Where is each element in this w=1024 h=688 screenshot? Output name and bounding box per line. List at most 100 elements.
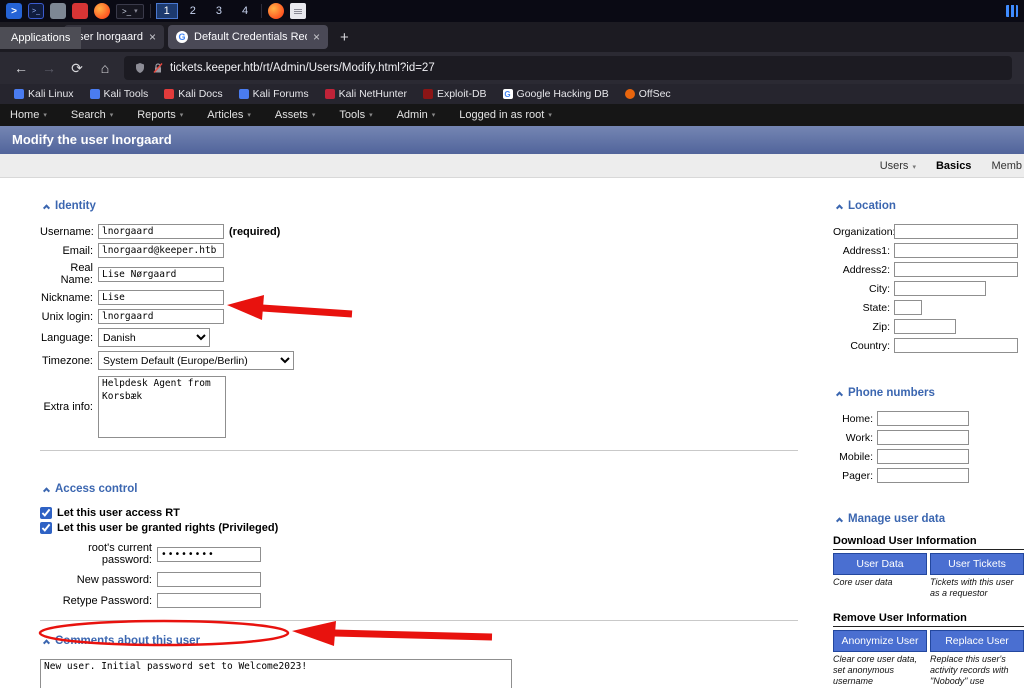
insecure-lock-icon[interactable] — [152, 62, 164, 74]
access-control-section-heading[interactable]: Access control — [42, 483, 798, 495]
retype-password-input[interactable] — [157, 593, 261, 608]
bookmark-kali-nethunter[interactable]: Kali NetHunter — [324, 88, 407, 100]
extra-info-textarea[interactable]: Helpdesk Agent from Korsbæk — [98, 376, 226, 438]
privileged-checkbox[interactable] — [40, 522, 52, 534]
rt-menu-reports[interactable]: Reports — [137, 109, 183, 121]
access-rt-row: Let this user access RT — [40, 507, 798, 519]
tab-memberships[interactable]: Memb — [991, 160, 1022, 172]
rt-menu-search[interactable]: Search — [71, 109, 113, 121]
privileged-row: Let this user be granted rights (Privile… — [40, 522, 798, 534]
address2-input[interactable] — [894, 262, 1018, 277]
rt-menu-logged-in-as-root[interactable]: Logged in as root — [459, 109, 552, 121]
text-editor-icon[interactable] — [72, 3, 88, 19]
nickname-input[interactable] — [98, 290, 224, 305]
country-input[interactable] — [894, 338, 1018, 353]
city-input[interactable] — [894, 281, 986, 296]
rt-menu-articles[interactable]: Articles — [207, 109, 251, 121]
terminal-icon[interactable] — [28, 3, 44, 19]
location-section-heading[interactable]: Location — [835, 200, 1024, 212]
workspace-button-4[interactable]: 4 — [235, 4, 255, 18]
user-tickets-button[interactable]: User Tickets — [930, 553, 1024, 575]
section-title: Phone numbers — [848, 387, 935, 399]
organization-input[interactable] — [894, 224, 1018, 239]
workspace-button-3[interactable]: 3 — [209, 4, 229, 18]
state-input[interactable] — [894, 300, 922, 315]
clipboard-icon[interactable] — [290, 3, 307, 19]
bookmark-favicon — [624, 89, 635, 99]
manage-user-data-section-heading[interactable]: Manage user data — [835, 513, 1024, 525]
workspace-button-1[interactable]: 1 — [155, 3, 178, 19]
back-icon[interactable]: ← — [12, 60, 30, 76]
download-user-info-header: Download User Information — [833, 535, 1024, 550]
bookmark-google-hacking-db[interactable]: Google Hacking DB — [502, 88, 609, 100]
replace-caption: Replace this user's activity records wit… — [930, 653, 1009, 687]
tab-default-credentials[interactable]: Default Credentials Requ × — [168, 25, 328, 49]
bookmark-kali-tools[interactable]: Kali Tools — [89, 88, 148, 100]
state-row: State: — [833, 300, 1024, 315]
language-label: Language: — [41, 331, 93, 344]
rt-menu-assets[interactable]: Assets — [275, 109, 316, 121]
phone-home-input[interactable] — [877, 411, 969, 426]
bookmark-exploit-db[interactable]: Exploit-DB — [422, 88, 487, 100]
unix-login-input[interactable] — [98, 309, 224, 324]
identity-section-heading[interactable]: Identity — [42, 200, 798, 212]
address1-row: Address1: — [833, 243, 1024, 258]
bookmark-kali-linux[interactable]: Kali Linux — [14, 88, 74, 100]
address1-input[interactable] — [894, 243, 1018, 258]
terminal-selector[interactable] — [116, 3, 144, 19]
bookmark-kali-docs[interactable]: Kali Docs — [164, 88, 223, 100]
home-icon[interactable]: ⌂ — [96, 60, 114, 76]
phone-home-row: Home: — [833, 411, 1024, 426]
url-text[interactable]: tickets.keeper.htb/rt/Admin/Users/Modify… — [170, 62, 435, 74]
anonymize-user-button[interactable]: Anonymize User — [833, 629, 927, 652]
collapse-chevron-icon — [835, 516, 844, 524]
email-input[interactable] — [98, 243, 224, 258]
user-data-button[interactable]: User Data — [833, 553, 927, 575]
bookmark-favicon — [238, 89, 249, 99]
tab-close-icon[interactable]: × — [149, 30, 156, 44]
zip-input[interactable] — [894, 319, 956, 334]
bookmark-label: Kali Docs — [178, 88, 223, 100]
rt-menu-home[interactable]: Home — [10, 109, 47, 121]
comments-textarea[interactable]: New user. Initial password set to Welcom… — [40, 659, 512, 688]
tab-users[interactable]: Users — [880, 160, 916, 172]
new-tab-button[interactable]: + — [332, 29, 357, 46]
access-rt-checkbox[interactable] — [40, 507, 52, 519]
applications-menu-button[interactable]: Applications — [0, 27, 82, 49]
rt-menu-tools[interactable]: Tools — [339, 109, 372, 121]
download-buttons-row: User Data User Tickets — [833, 553, 1024, 575]
phone-mobile-input[interactable] — [877, 449, 969, 464]
username-input[interactable] — [98, 224, 224, 239]
current-password-input[interactable] — [157, 546, 261, 562]
realname-input[interactable] — [98, 266, 224, 282]
timezone-select[interactable]: System Default (Europe/Berlin) — [98, 351, 294, 370]
taskbar-separator — [261, 4, 263, 18]
shield-icon[interactable] — [134, 62, 146, 74]
workspace-button-2[interactable]: 2 — [183, 4, 203, 18]
rt-menu-bar: Home Search Reports Articles Assets Tool… — [0, 104, 1024, 126]
phone-work-input[interactable] — [877, 430, 969, 445]
phone-numbers-section-heading[interactable]: Phone numbers — [835, 387, 1024, 399]
new-password-input[interactable] — [157, 572, 261, 587]
timezone-row: Timezone: System Default (Europe/Berlin) — [40, 351, 798, 370]
phone-pager-input[interactable] — [877, 468, 969, 483]
reload-icon[interactable]: ⟳ — [68, 60, 86, 77]
firefox-window-icon[interactable] — [268, 3, 285, 19]
bookmark-kali-forums[interactable]: Kali Forums — [238, 88, 309, 100]
bookmark-offsec[interactable]: OffSec — [624, 88, 671, 100]
url-bar[interactable]: tickets.keeper.htb/rt/Admin/Users/Modify… — [124, 56, 1012, 80]
tab-close-icon[interactable]: × — [313, 30, 320, 44]
replace-user-button[interactable]: Replace User — [930, 629, 1024, 652]
firefox-icon[interactable] — [94, 3, 110, 19]
bookmark-favicon — [422, 89, 433, 99]
system-monitor-icon[interactable] — [1006, 5, 1018, 17]
tab-basics[interactable]: Basics — [936, 160, 971, 172]
file-manager-icon[interactable] — [50, 3, 66, 19]
forward-icon[interactable]: → — [40, 60, 58, 76]
kali-menu-icon[interactable] — [6, 3, 22, 19]
rt-menu-admin[interactable]: Admin — [397, 109, 436, 121]
email-label: Email: — [62, 244, 93, 257]
nickname-label: Nickname: — [41, 291, 93, 304]
language-select[interactable]: Danish — [98, 328, 210, 347]
comments-section-heading[interactable]: Comments about this user — [42, 635, 798, 647]
